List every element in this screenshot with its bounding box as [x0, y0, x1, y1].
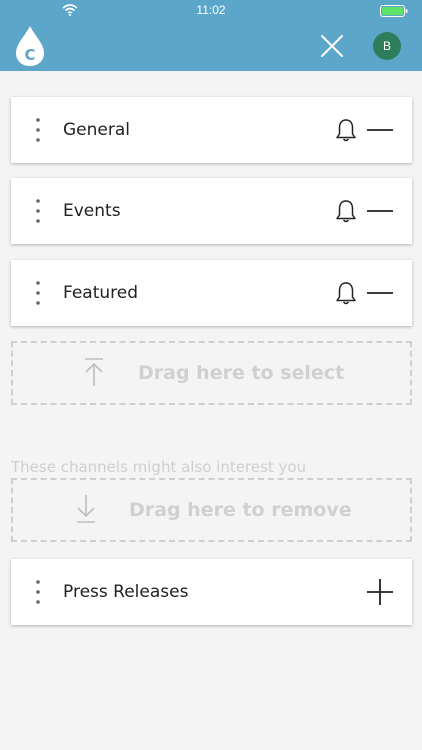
battery-icon: [380, 5, 408, 17]
minus-icon[interactable]: [367, 128, 393, 132]
channel-card-general[interactable]: General: [11, 97, 412, 163]
plus-icon[interactable]: [367, 579, 393, 605]
minus-icon[interactable]: [367, 209, 393, 213]
arrow-up-icon: [85, 358, 103, 386]
close-icon[interactable]: [318, 32, 346, 60]
logo-letter: C: [24, 46, 35, 64]
bell-icon[interactable]: [335, 117, 357, 143]
channel-label: General: [63, 120, 130, 140]
avatar[interactable]: B: [373, 32, 401, 60]
channel-label: Featured: [63, 283, 139, 303]
arrow-down-icon: [77, 495, 95, 523]
bell-icon[interactable]: [335, 280, 357, 306]
remove-zone-label: Drag here to remove: [129, 499, 352, 521]
drag-handle-icon[interactable]: [33, 117, 43, 143]
droplet-c-logo: C: [16, 26, 44, 66]
status-time: 11:02: [196, 3, 226, 17]
suggested-section-label: These channels might also interest you: [11, 458, 307, 476]
drag-handle-icon[interactable]: [33, 579, 43, 605]
remove-drop-zone[interactable]: Drag here to remove: [11, 478, 412, 542]
channel-card-events[interactable]: Events: [11, 178, 412, 244]
channel-card-press-releases[interactable]: Press Releases: [11, 559, 412, 625]
app-header: C B: [0, 22, 422, 71]
bell-icon[interactable]: [335, 198, 357, 224]
channel-card-featured[interactable]: Featured: [11, 260, 412, 326]
channel-label: Press Releases: [63, 582, 189, 602]
minus-icon[interactable]: [367, 291, 393, 295]
drag-handle-icon[interactable]: [33, 280, 43, 306]
status-bar: 11:02: [0, 0, 422, 22]
select-zone-label: Drag here to select: [138, 362, 345, 384]
select-drop-zone[interactable]: Drag here to select: [11, 341, 412, 405]
drag-handle-icon[interactable]: [33, 198, 43, 224]
channel-label: Events: [63, 201, 121, 221]
